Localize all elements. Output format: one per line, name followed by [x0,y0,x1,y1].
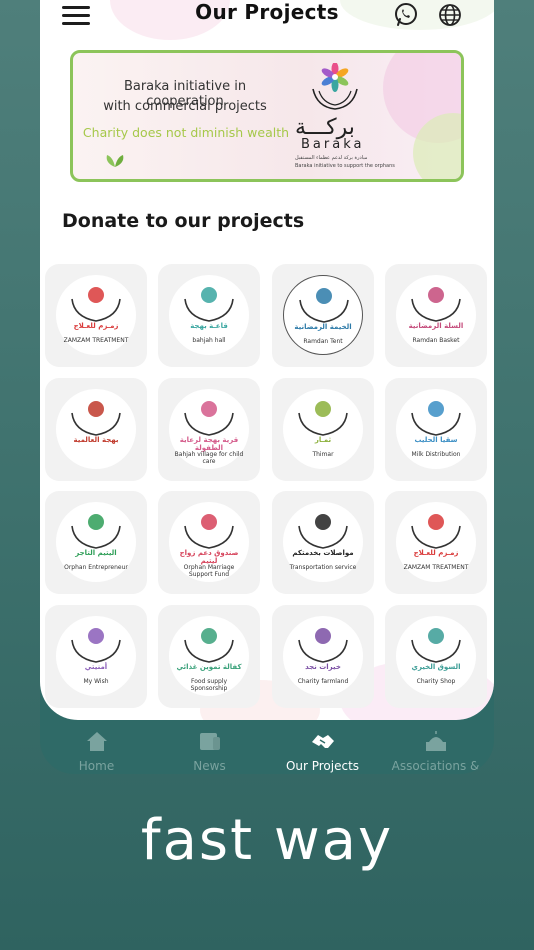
project-name-en: Charity Shop [416,678,456,685]
news-icon [200,733,220,750]
project-logo: السلة الرمضانية Ramdan Basket [396,275,476,355]
tab-our-projects[interactable]: Our Projects [266,724,379,774]
project-name-ar: قرية بهجة لرعاية الطفولة [179,436,239,452]
globe-icon[interactable] [437,2,463,28]
project-logo: صندوق دعم زواج ليتيم Orphan Marriage Supp… [169,502,249,582]
project-card[interactable]: زمـزم للعـلاج ZAMZAM TREATMENT [45,264,147,367]
project-card[interactable]: بهجة العالمية [45,378,147,481]
project-name-ar: السوق الخيري [411,663,461,671]
app-screen: Our Projects Baraka initiative in cooper… [40,0,494,720]
project-logo: كفالة تموين غذائي Food supply Sponsorship [169,616,249,696]
project-name-en: My Wish [83,678,109,685]
project-name-en: Ramdan Basket [412,337,460,344]
project-logo: قاعـة بهجة bahjah hall [169,275,249,355]
project-logo: السوق الخيري Charity Shop [396,616,476,696]
project-name-ar: خيرات نجد [305,663,341,671]
tab-label: News [193,759,226,773]
project-card[interactable]: قاعـة بهجة bahjah hall [158,264,260,367]
project-name-en: Orphan Entrepreneur [64,564,128,571]
project-name-ar: ثمـار [314,436,332,444]
banner-tagline: Charity does not diminish wealth [82,125,290,140]
handshake-icon [312,735,334,748]
project-name-en: Charity farmland [297,678,349,685]
project-logo: زمـزم للعـلاج ZAMZAM TREATMENT [396,502,476,582]
project-card[interactable]: ثمـار Thimar [272,378,374,481]
phone-frame: Our Projects Baraka initiative in cooper… [40,0,494,774]
project-card[interactable]: كفالة تموين غذائي Food supply Sponsorship [158,605,260,708]
home-icon [87,732,107,751]
project-logo: بهجة العالمية [56,389,136,469]
project-name-ar: اليتيم التاجر [75,549,117,557]
project-name-ar: زمـزم للعـلاج [73,322,119,330]
project-logo: زمـزم للعـلاج ZAMZAM TREATMENT [56,275,136,355]
project-name-en: bahjah hall [192,337,226,344]
project-name-ar: صندوق دعم زواج ليتيم [179,549,239,565]
promo-banner[interactable]: Baraka initiative in cooperation with co… [70,50,464,182]
project-name-en: ZAMZAM TREATMENT [403,564,469,571]
project-name-en: Orphan Marriage Support Fund [183,564,235,578]
project-card[interactable]: سقيا الحليب Milk Distribution [385,378,487,481]
cupped-hands-icon [71,401,121,436]
bottom-tab-bar: Home News Our Projects Associations & [40,724,494,774]
leaf-icon [106,155,124,167]
project-logo: مواصلات بخدمتكم Transportation service [283,502,363,582]
slogan-text: fast way [140,808,394,873]
project-logo: أمنيتي My Wish [56,616,136,696]
project-name-ar: مواصلات بخدمتكم [292,549,354,557]
project-logo: قرية بهجة لرعاية الطفولة Bahjah village f… [169,389,249,469]
project-name-ar: أمنيتي [84,663,108,671]
project-name-ar: بهجة العالمية [73,436,119,444]
tab-associations[interactable]: Associations & [379,724,492,774]
section-title: Donate to our projects [62,210,305,232]
project-name-ar: كفالة تموين غذائي [176,663,242,671]
project-card[interactable]: مواصلات بخدمتكم Transportation service [272,491,374,594]
project-logo: ثمـار Thimar [283,389,363,469]
project-card[interactable]: السوق الخيري Charity Shop [385,605,487,708]
project-name-en: Transportation service [289,564,357,571]
project-name-en: Bahjah village for child care [174,451,244,465]
project-logo: سقيا الحليب Milk Distribution [396,389,476,469]
project-logo: خيرات نجد Charity farmland [283,616,363,696]
tab-home[interactable]: Home [40,724,153,774]
project-card[interactable]: الخيمة الرمضانية Ramdan Tent [272,264,374,367]
project-name-en: ZAMZAM TREATMENT [63,337,129,344]
project-logo: الخيمة الرمضانية Ramdan Tent [283,275,363,355]
project-card[interactable]: اليتيم التاجر Orphan Entrepreneur [45,491,147,594]
mosque-icon [426,731,446,751]
project-name-ar: قاعـة بهجة [190,322,228,330]
project-name-en: Food supply Sponsorship [190,678,228,692]
brand-sub-en: Baraka initiative to support the orphans [295,163,395,169]
project-card[interactable]: زمـزم للعـلاج ZAMZAM TREATMENT [385,491,487,594]
brand-sub-ar: مبادرة بركة لدعم عظماء المستقبل [295,155,368,161]
project-card[interactable]: صندوق دعم زواج ليتيم Orphan Marriage Supp… [158,491,260,594]
brand-name-en: Baraka [301,137,365,152]
project-name-ar: زمـزم للعـلاج [413,549,459,557]
baraka-logo-icon [312,63,358,110]
whatsapp-icon[interactable] [393,2,419,28]
tab-label: Associations & [391,759,480,773]
project-name-en: Ramdan Tent [303,338,343,345]
tab-label: Home [78,759,115,773]
top-bar: Our Projects [40,0,494,36]
project-name-en: Milk Distribution [411,451,461,458]
project-card[interactable]: قرية بهجة لرعاية الطفولة Bahjah village f… [158,378,260,481]
tab-news[interactable]: News [153,724,266,774]
project-name-en: Thimar [312,451,334,458]
project-card[interactable]: خيرات نجد Charity farmland [272,605,374,708]
tab-label: Our Projects [285,759,360,773]
project-name-ar: السلة الرمضانية [408,322,464,330]
project-name-ar: سقيا الحليب [414,436,458,444]
project-card[interactable]: أمنيتي My Wish [45,605,147,708]
banner-line-2: with commercial projects [103,99,267,114]
project-logo: اليتيم التاجر Orphan Entrepreneur [56,502,136,582]
project-card[interactable]: السلة الرمضانية Ramdan Basket [385,264,487,367]
project-name-ar: الخيمة الرمضانية [294,323,352,331]
page-title: Our Projects [195,0,339,24]
